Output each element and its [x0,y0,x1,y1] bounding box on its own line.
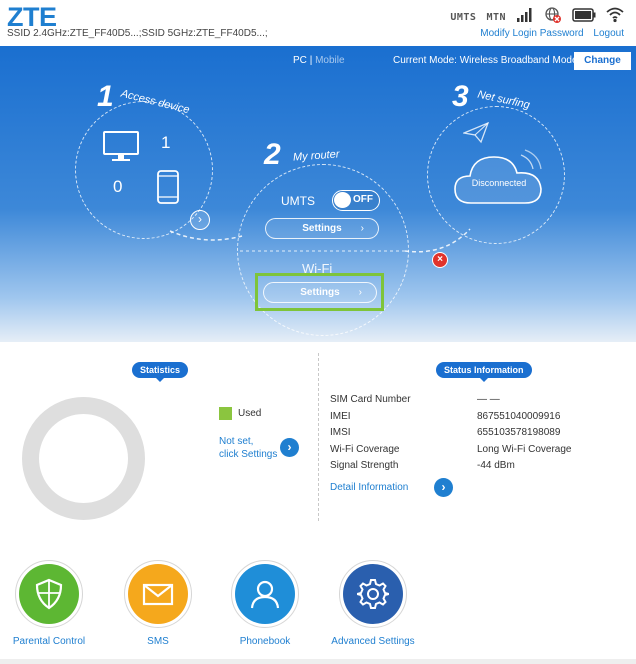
monitor-icon [103,131,139,168]
globe-disconnected-icon [544,6,562,29]
toggle-knob [334,192,351,208]
used-legend-label: Used [238,408,262,419]
info-row-wifi-coverage: Wi-Fi Coverage Long Wi-Fi Coverage [330,444,610,460]
statistics-settings-link[interactable]: Not set, click Settings [219,435,277,461]
phone-icon [157,170,179,209]
top-header: ZTE SSID 2.4GHz:ZTE_FF40D5...;SSID 5GHz:… [0,0,636,46]
umts-label: UMTS [281,194,315,208]
hero-panel: PC | Mobile Current Mode: Wireless Broad… [0,46,636,342]
info-label: Wi-Fi Coverage [330,444,400,455]
shortcut-label: Parental Control [12,636,86,647]
usage-donut-chart [22,397,145,520]
umts-settings-label: Settings [302,223,342,234]
detail-information-button[interactable]: › [434,478,453,497]
access-device-details-button[interactable]: › [190,210,210,230]
status-icons: UMTS MTN [450,6,624,28]
disconnected-mark-icon: × [432,252,448,268]
wifi-settings-highlight [255,273,384,311]
shortcut-disk [343,564,403,624]
info-row-imsi: IMSI 655103578198089 [330,427,610,443]
umts-toggle[interactable]: OFF [332,190,380,211]
wifi-icon [606,7,624,28]
info-row-signal-strength: Signal Strength -44 dBm [330,460,610,476]
network-type: UMTS [450,11,477,23]
step1-number: 1 [97,80,114,113]
shield-icon [35,578,63,610]
info-label: IMEI [330,411,351,422]
modify-login-password-link[interactable]: Modify Login Password [480,28,583,39]
info-value: Long Wi-Fi Coverage [477,444,572,455]
info-value: 655103578198089 [477,427,561,438]
shortcut-label: Phonebook [239,636,291,647]
notset-line2: click Settings [219,449,278,460]
advanced-settings-shortcut[interactable]: Advanced Settings [327,560,417,656]
sms-shortcut[interactable]: SMS [112,560,202,656]
statistics-badge: Statistics [132,362,189,382]
gear-icon [357,579,389,609]
section-divider [318,353,319,521]
info-row-sim: SIM Card Number — — [330,394,610,410]
status-information-badge: Status Information [436,362,532,382]
ssid-text: SSID 2.4GHz:ZTE_FF40D5...;SSID 5GHz:ZTE_… [7,28,268,39]
shortcut-disk [128,564,188,624]
used-legend-swatch [219,407,232,420]
statistics-settings-button[interactable]: › [280,438,299,457]
signal-strength-icon [516,7,534,28]
chevron-right-icon: › [360,223,364,234]
person-icon [250,580,280,609]
parental-control-shortcut[interactable]: Parental Control [3,560,93,656]
info-row-imei: IMEI 867551040009916 [330,411,610,427]
info-value: — — [477,394,500,405]
logout-link[interactable]: Logout [593,28,624,39]
info-value: 867551040009916 [477,411,561,422]
umts-settings-button[interactable]: Settings › [265,218,379,239]
step2-number: 2 [264,138,281,171]
shortcut-disk [235,564,295,624]
info-label: IMSI [330,427,351,438]
info-value: -44 dBm [477,460,515,471]
envelope-icon [142,583,174,606]
toggle-state: OFF [353,194,373,205]
wireless-device-count: 0 [113,177,123,196]
operator-name: MTN [486,11,506,23]
connection-status: Disconnected [471,178,527,188]
footer-bar [0,659,636,664]
battery-icon [572,7,596,27]
info-label: Signal Strength [330,460,399,471]
shortcut-label: Advanced Settings [331,636,415,647]
wired-device-count: 1 [161,133,171,152]
detail-information-link[interactable]: Detail Information [330,482,408,493]
step3-number: 3 [452,80,469,113]
paper-plane-icon [461,121,490,149]
shortcut-disk [19,564,79,624]
info-label: SIM Card Number [330,394,411,405]
header-links: Modify Login Password Logout [473,28,624,39]
phonebook-shortcut[interactable]: Phonebook [219,560,309,656]
notset-line1: Not set, [219,436,254,447]
shortcut-label: SMS [147,636,169,647]
